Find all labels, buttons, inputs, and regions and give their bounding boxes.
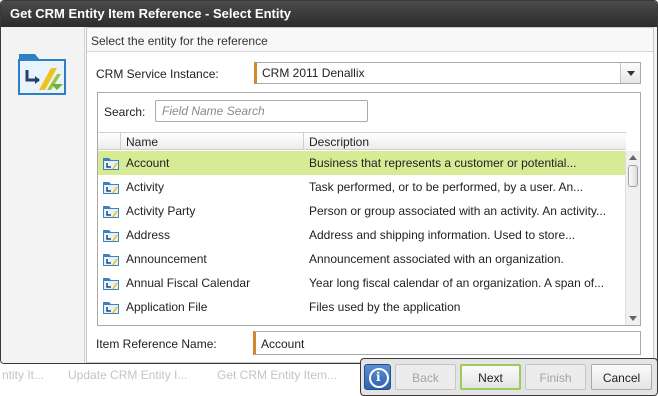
entity-description: Task performed, or to be performed, by a… — [309, 180, 584, 194]
grid-header: Name Description — [98, 132, 626, 150]
entity-icon — [103, 206, 119, 218]
main-panel: Select the entity for the reference CRM … — [86, 27, 654, 363]
breadcrumb-step[interactable]: ntity It... — [2, 368, 44, 382]
scroll-up-arrow-icon[interactable] — [629, 155, 637, 160]
table-row[interactable]: Account Business that represents a custo… — [98, 151, 626, 175]
reference-name-value: Account — [261, 337, 305, 351]
window-title: Get CRM Entity Item Reference - Select E… — [1, 1, 657, 27]
service-instance-value: CRM 2011 Denallix — [262, 66, 365, 80]
column-separator — [120, 133, 121, 150]
entity-icon — [103, 278, 119, 290]
table-row[interactable]: Activity Party Person or group associate… — [98, 199, 626, 223]
service-instance-dropdown[interactable]: CRM 2011 Denallix — [254, 62, 641, 84]
scroll-down-arrow-icon[interactable] — [629, 316, 637, 321]
entity-name: Account — [126, 156, 170, 170]
entity-name: Activity — [126, 180, 165, 194]
entity-description: Announcement associated with an organiza… — [309, 252, 564, 266]
column-header-description[interactable]: Description — [309, 135, 369, 149]
service-instance-label: CRM Service Instance: — [96, 67, 219, 81]
entity-description: Business that represents a customer or p… — [309, 156, 577, 170]
entity-description: Person or group associated with an activ… — [309, 204, 607, 218]
crm-entity-logo-icon — [18, 54, 66, 95]
entity-description: Year long fiscal calendar of an organiza… — [309, 276, 605, 290]
entity-list-panel: Search: Field Name Search Name Descripti… — [97, 92, 641, 326]
finish-button[interactable]: Finish — [525, 364, 586, 390]
entity-name: Activity Party — [126, 204, 196, 218]
entity-rows: Account Business that represents a custo… — [98, 151, 626, 325]
section-header: Select the entity for the reference — [87, 28, 653, 52]
entity-name: Application File — [126, 300, 208, 314]
search-label: Search: — [104, 105, 146, 119]
breadcrumb-step[interactable]: Get CRM Entity Item... — [217, 368, 337, 382]
next-button[interactable]: Next — [460, 364, 521, 390]
table-row[interactable]: Annual Fiscal Calendar Year long fiscal … — [98, 271, 626, 295]
info-button[interactable]: i — [364, 364, 391, 390]
search-placeholder: Field Name Search — [162, 104, 265, 118]
back-button[interactable]: Back — [395, 364, 456, 390]
table-row[interactable]: Announcement Announcement associated wit… — [98, 247, 626, 271]
info-icon: i — [376, 370, 381, 384]
entity-description: Address and shipping information. Used t… — [309, 228, 576, 242]
entity-icon — [103, 302, 119, 314]
entity-name: Annual Fiscal Calendar — [126, 276, 251, 290]
entity-name: Address — [126, 228, 171, 242]
wizard-sidebar — [1, 27, 85, 363]
table-row[interactable]: Activity Task performed, or to be perfor… — [98, 175, 626, 199]
entity-icon — [103, 254, 119, 266]
entity-description: Files used by the application — [309, 300, 461, 314]
scroll-thumb[interactable] — [628, 165, 638, 187]
search-input[interactable]: Field Name Search — [155, 100, 368, 122]
table-row[interactable]: Application File Files used by the appli… — [98, 295, 626, 319]
reference-name-input[interactable]: Account — [253, 331, 641, 355]
list-scrollbar[interactable] — [625, 151, 640, 325]
entity-icon — [103, 182, 119, 194]
chevron-down-icon[interactable] — [620, 63, 640, 83]
reference-name-label: Item Reference Name: — [96, 337, 217, 351]
column-header-name[interactable]: Name — [126, 135, 158, 149]
wizard-window: Get CRM Entity Item Reference - Select E… — [0, 0, 658, 364]
cancel-button[interactable]: Cancel — [591, 364, 652, 390]
table-row[interactable]: Address Address and shipping information… — [98, 223, 626, 247]
breadcrumb-step[interactable]: Update CRM Entity I... — [68, 368, 187, 382]
entity-icon — [103, 158, 119, 170]
entity-name: Announcement — [126, 252, 207, 266]
entity-icon — [103, 230, 119, 242]
column-separator[interactable] — [303, 133, 304, 150]
wizard-button-bar: i Back Next Finish Cancel — [360, 358, 658, 396]
